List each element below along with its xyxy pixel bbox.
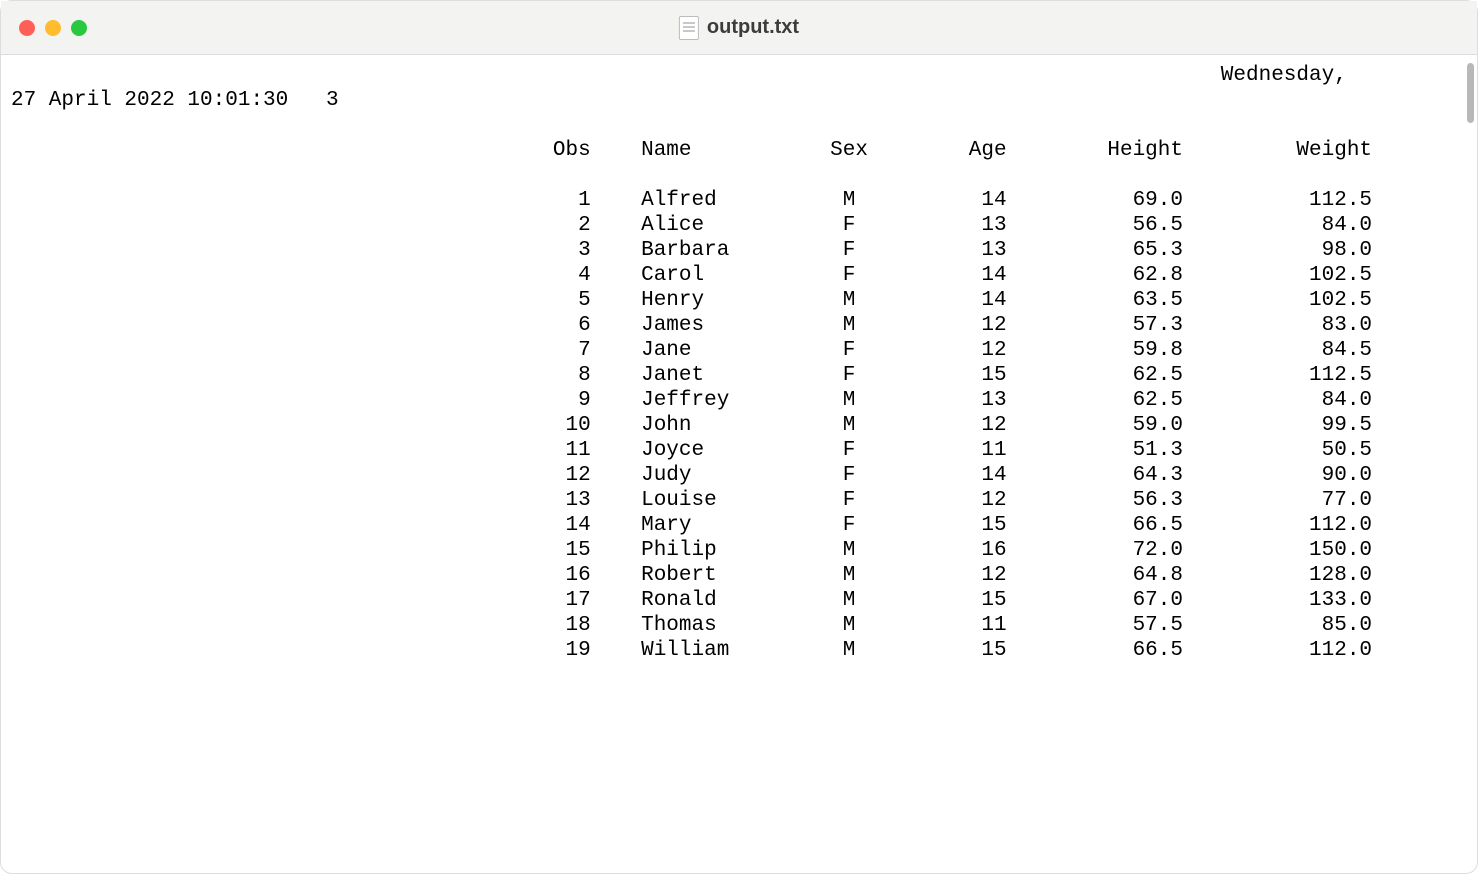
window-title-text: output.txt [707, 16, 799, 39]
minimize-window-icon[interactable] [45, 20, 61, 36]
close-window-icon[interactable] [19, 20, 35, 36]
file-content[interactable]: Wednesday, 27 April 2022 10:01:30 3 Obs … [1, 55, 1477, 875]
text-output: Wednesday, 27 April 2022 10:01:30 3 Obs … [11, 64, 1372, 662]
scrollbar-thumb[interactable] [1467, 63, 1474, 123]
window-controls [19, 20, 87, 36]
document-icon [679, 16, 699, 40]
maximize-window-icon[interactable] [71, 20, 87, 36]
window-titlebar: output.txt [1, 1, 1477, 55]
window-title: output.txt [679, 16, 799, 40]
